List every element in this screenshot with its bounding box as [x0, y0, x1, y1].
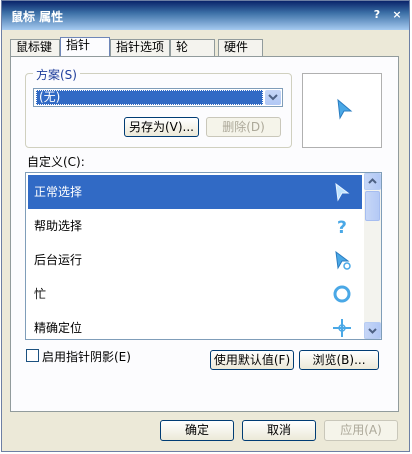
cursor-preview [302, 73, 382, 148]
close-button[interactable]: × [391, 9, 403, 21]
chevron-down-icon [368, 328, 377, 334]
busy-icon [333, 285, 351, 303]
scroll-down-button[interactable] [364, 322, 381, 339]
title-bar[interactable]: 鼠标 属性 ? × [2, 1, 409, 30]
list-item-label: 帮助选择 [34, 219, 83, 233]
scheme-selected-value: (无) [36, 90, 263, 105]
list-item[interactable]: 精确定位 [28, 311, 362, 339]
tab-buttons[interactable]: 鼠标键 [10, 39, 60, 56]
list-item[interactable]: 正常选择 [28, 175, 362, 209]
browse-button[interactable]: 浏览(B)... [299, 350, 379, 370]
help-button[interactable]: ? [371, 9, 383, 21]
window-title: 鼠标 属性 [11, 10, 64, 24]
save-as-button[interactable]: 另存为(V)... [124, 117, 199, 137]
tab-pointers[interactable]: 指针 [60, 37, 110, 57]
list-item-label: 正常选择 [34, 185, 83, 199]
use-default-button[interactable]: 使用默认值(F) [210, 350, 294, 370]
list-item[interactable]: 帮助选择 ? [28, 209, 362, 243]
preview-arrow-icon [337, 98, 353, 120]
tab-pointer-options[interactable]: 指针选项 [110, 39, 170, 56]
working-in-background-icon [335, 250, 351, 270]
ok-button[interactable]: 确定 [160, 420, 234, 441]
apply-button[interactable]: 应用(A) [324, 420, 398, 441]
cancel-button[interactable]: 取消 [242, 420, 316, 441]
chevron-down-icon[interactable] [265, 90, 281, 105]
scheme-dropdown[interactable]: (无) [33, 88, 283, 107]
list-item-label: 精确定位 [34, 321, 83, 335]
pointer-shadow-label[interactable]: 启用指针阴影(E) [42, 348, 131, 365]
pointer-shadow-checkbox[interactable] [26, 349, 39, 362]
help-select-icon: ? [337, 218, 347, 236]
list-scrollbar[interactable] [364, 173, 381, 339]
list-item[interactable]: 忙 [28, 277, 362, 311]
list-item[interactable]: 后台运行 [28, 243, 362, 277]
list-item-label: 后台运行 [34, 253, 83, 267]
cursor-list[interactable]: 正常选择 帮助选择 ? 后台运行 忙 精确定位 [25, 172, 382, 340]
precision-select-icon [333, 319, 351, 337]
scroll-up-button[interactable] [364, 173, 381, 190]
normal-select-arrow-icon [335, 182, 350, 202]
tab-wheel[interactable]: 轮 [170, 39, 215, 56]
tab-hardware[interactable]: 硬件 [218, 39, 263, 56]
scroll-thumb[interactable] [365, 191, 380, 221]
chevron-up-icon [368, 178, 377, 184]
delete-button[interactable]: 删除(D) [206, 117, 281, 137]
list-item-label: 忙 [34, 287, 47, 301]
customize-label: 自定义(C): [27, 155, 85, 169]
svg-text:?: ? [337, 218, 347, 236]
scheme-label: 方案(S) [33, 66, 80, 83]
